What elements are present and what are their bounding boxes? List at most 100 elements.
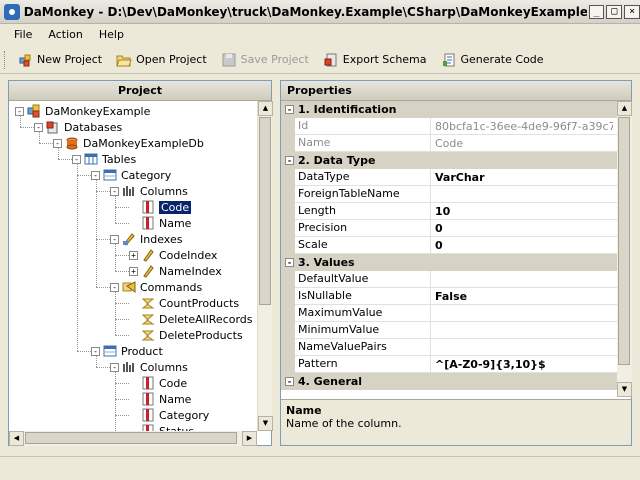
collapse-toggle[interactable]: - bbox=[285, 377, 294, 386]
tree-node[interactable]: - Columns bbox=[110, 183, 188, 199]
project-horizontal-scrollbar[interactable]: ◀ ▶ bbox=[9, 431, 257, 446]
tree-node[interactable]: - Indexes bbox=[110, 231, 182, 247]
property-row[interactable]: Length 10 bbox=[281, 202, 617, 220]
collapse-toggle[interactable]: - bbox=[110, 234, 119, 244]
collapse-toggle[interactable]: - bbox=[110, 362, 119, 372]
tree-node[interactable]: Code bbox=[129, 375, 187, 391]
tree-node-label: Category bbox=[121, 168, 172, 182]
property-row[interactable]: ForeignTableName bbox=[281, 185, 617, 203]
props-scroll-thumb[interactable] bbox=[618, 117, 630, 365]
props-scroll-down-button[interactable]: ▼ bbox=[617, 382, 632, 397]
tree-node[interactable]: Name bbox=[129, 391, 191, 407]
maximize-button[interactable]: □ bbox=[606, 4, 623, 19]
collapse-toggle[interactable]: - bbox=[72, 154, 81, 164]
open-project-button[interactable]: Open Project bbox=[112, 48, 213, 72]
property-row[interactable]: Precision 0 bbox=[281, 219, 617, 237]
tree-node[interactable]: - Tables bbox=[72, 151, 136, 167]
collapse-toggle[interactable]: - bbox=[91, 170, 100, 180]
tree-connector bbox=[115, 371, 116, 431]
tree-node[interactable]: - Databases bbox=[34, 119, 122, 135]
new-project-button[interactable]: New Project bbox=[13, 48, 108, 72]
tree-node[interactable]: - Columns bbox=[110, 359, 188, 375]
scroll-up-button[interactable]: ▲ bbox=[258, 101, 273, 116]
new-project-label: New Project bbox=[37, 53, 103, 66]
menu-file[interactable]: File bbox=[6, 28, 40, 41]
tree-node[interactable]: Category bbox=[129, 407, 209, 423]
tree-node[interactable]: CountProducts bbox=[129, 295, 239, 311]
tree-node[interactable]: Name bbox=[129, 215, 191, 231]
export-schema-label: Export Schema bbox=[342, 53, 427, 66]
property-value[interactable]: ^[A-Z0-9]{3,10}$ bbox=[431, 358, 613, 371]
property-row[interactable]: DataType VarChar bbox=[281, 168, 617, 186]
expand-toggle[interactable]: + bbox=[129, 266, 138, 276]
collapse-toggle[interactable]: - bbox=[110, 186, 119, 196]
property-value[interactable]: 10 bbox=[431, 205, 613, 218]
hscroll-thumb[interactable] bbox=[25, 432, 237, 444]
properties-vertical-scrollbar[interactable]: ▲ ▼ bbox=[617, 101, 632, 397]
property-row[interactable]: NameValuePairs bbox=[281, 338, 617, 356]
collapse-toggle[interactable]: - bbox=[34, 122, 43, 132]
property-grid[interactable]: -1. Identification Id 80bcfa1c-36ee-4de9-9… bbox=[281, 101, 617, 397]
property-row[interactable]: Id 80bcfa1c-36ee-4de9-96f7-a39c757e bbox=[281, 117, 617, 135]
property-row[interactable]: MaximumValue bbox=[281, 304, 617, 322]
menu-action[interactable]: Action bbox=[40, 28, 90, 41]
tree-node[interactable]: + CodeIndex bbox=[129, 247, 217, 263]
scroll-right-button[interactable]: ▶ bbox=[242, 431, 257, 446]
property-row[interactable]: Name Code bbox=[281, 134, 617, 152]
tree-node[interactable]: - Product bbox=[91, 343, 163, 359]
tree-node[interactable]: Status bbox=[129, 423, 194, 431]
collapse-toggle[interactable]: - bbox=[53, 138, 62, 148]
property-row[interactable]: Pattern ^[A-Z0-9]{3,10}$ bbox=[281, 355, 617, 373]
tree-node[interactable]: - Commands bbox=[110, 279, 202, 295]
property-category[interactable]: -3. Values bbox=[281, 254, 617, 271]
tree-node[interactable]: - DaMonkeyExample bbox=[15, 103, 150, 119]
collapse-toggle[interactable]: - bbox=[15, 106, 24, 116]
collapse-toggle[interactable]: - bbox=[110, 282, 119, 292]
tree-node[interactable]: - Category bbox=[91, 167, 171, 183]
title-bar[interactable]: DaMonkey - D:\Dev\DaMonkey\truck\DaMonke… bbox=[0, 0, 640, 24]
project-tree[interactable]: - DaMonkeyExample - Databases - DaMonkeyExamp… bbox=[9, 101, 257, 431]
export-schema-button[interactable]: Export Schema bbox=[319, 48, 433, 72]
property-category[interactable]: -1. Identification bbox=[281, 101, 617, 118]
toolbar-grip[interactable] bbox=[4, 50, 7, 69]
scroll-down-button[interactable]: ▼ bbox=[258, 416, 273, 431]
property-row[interactable]: Scale 0 bbox=[281, 236, 617, 254]
collapse-toggle[interactable]: - bbox=[285, 105, 294, 114]
scroll-left-button[interactable]: ◀ bbox=[9, 431, 24, 446]
command-icon bbox=[141, 298, 155, 309]
property-category[interactable]: -4. General bbox=[281, 373, 617, 390]
collapse-toggle[interactable]: - bbox=[91, 346, 100, 356]
menu-help[interactable]: Help bbox=[91, 28, 132, 41]
property-name: MinimumValue bbox=[295, 322, 431, 338]
property-value[interactable]: False bbox=[431, 290, 613, 303]
property-value[interactable]: 0 bbox=[431, 222, 613, 235]
property-row-gutter bbox=[281, 219, 295, 237]
tree-node[interactable]: DeleteAllRecords bbox=[129, 311, 253, 327]
scroll-thumb[interactable] bbox=[259, 117, 271, 305]
columns-icon bbox=[123, 362, 134, 372]
minimize-button[interactable]: _ bbox=[588, 4, 605, 19]
project-vertical-scrollbar[interactable]: ▲ ▼ bbox=[257, 101, 273, 431]
app-icon[interactable] bbox=[4, 3, 20, 20]
generate-code-button[interactable]: Generate Code bbox=[437, 48, 550, 72]
tree-node[interactable]: - DaMonkeyExampleDb bbox=[53, 135, 204, 151]
tree-connector bbox=[96, 239, 110, 240]
property-category[interactable]: -2. Data Type bbox=[281, 152, 617, 169]
save-project-button[interactable]: Save Project bbox=[217, 48, 315, 72]
indexes-icon bbox=[123, 233, 135, 246]
property-row[interactable]: DefaultValue bbox=[281, 270, 617, 288]
expand-toggle[interactable]: + bbox=[129, 250, 138, 260]
property-row[interactable]: MinimumValue bbox=[281, 321, 617, 339]
tree-node-label: DaMonkeyExample bbox=[45, 104, 151, 118]
tree-node[interactable]: Code bbox=[129, 199, 192, 215]
tree-node[interactable]: DeleteProducts bbox=[129, 327, 243, 343]
props-scroll-up-button[interactable]: ▲ bbox=[617, 101, 632, 116]
tree-node[interactable]: + NameIndex bbox=[129, 263, 222, 279]
collapse-toggle[interactable]: - bbox=[285, 156, 294, 165]
property-value[interactable]: 0 bbox=[431, 239, 613, 252]
collapse-toggle[interactable]: - bbox=[285, 258, 294, 267]
close-button[interactable]: × bbox=[624, 4, 640, 19]
property-row[interactable]: IsNullable False bbox=[281, 287, 617, 305]
tree-node-label: Columns bbox=[140, 360, 188, 374]
property-value[interactable]: VarChar bbox=[431, 171, 613, 184]
